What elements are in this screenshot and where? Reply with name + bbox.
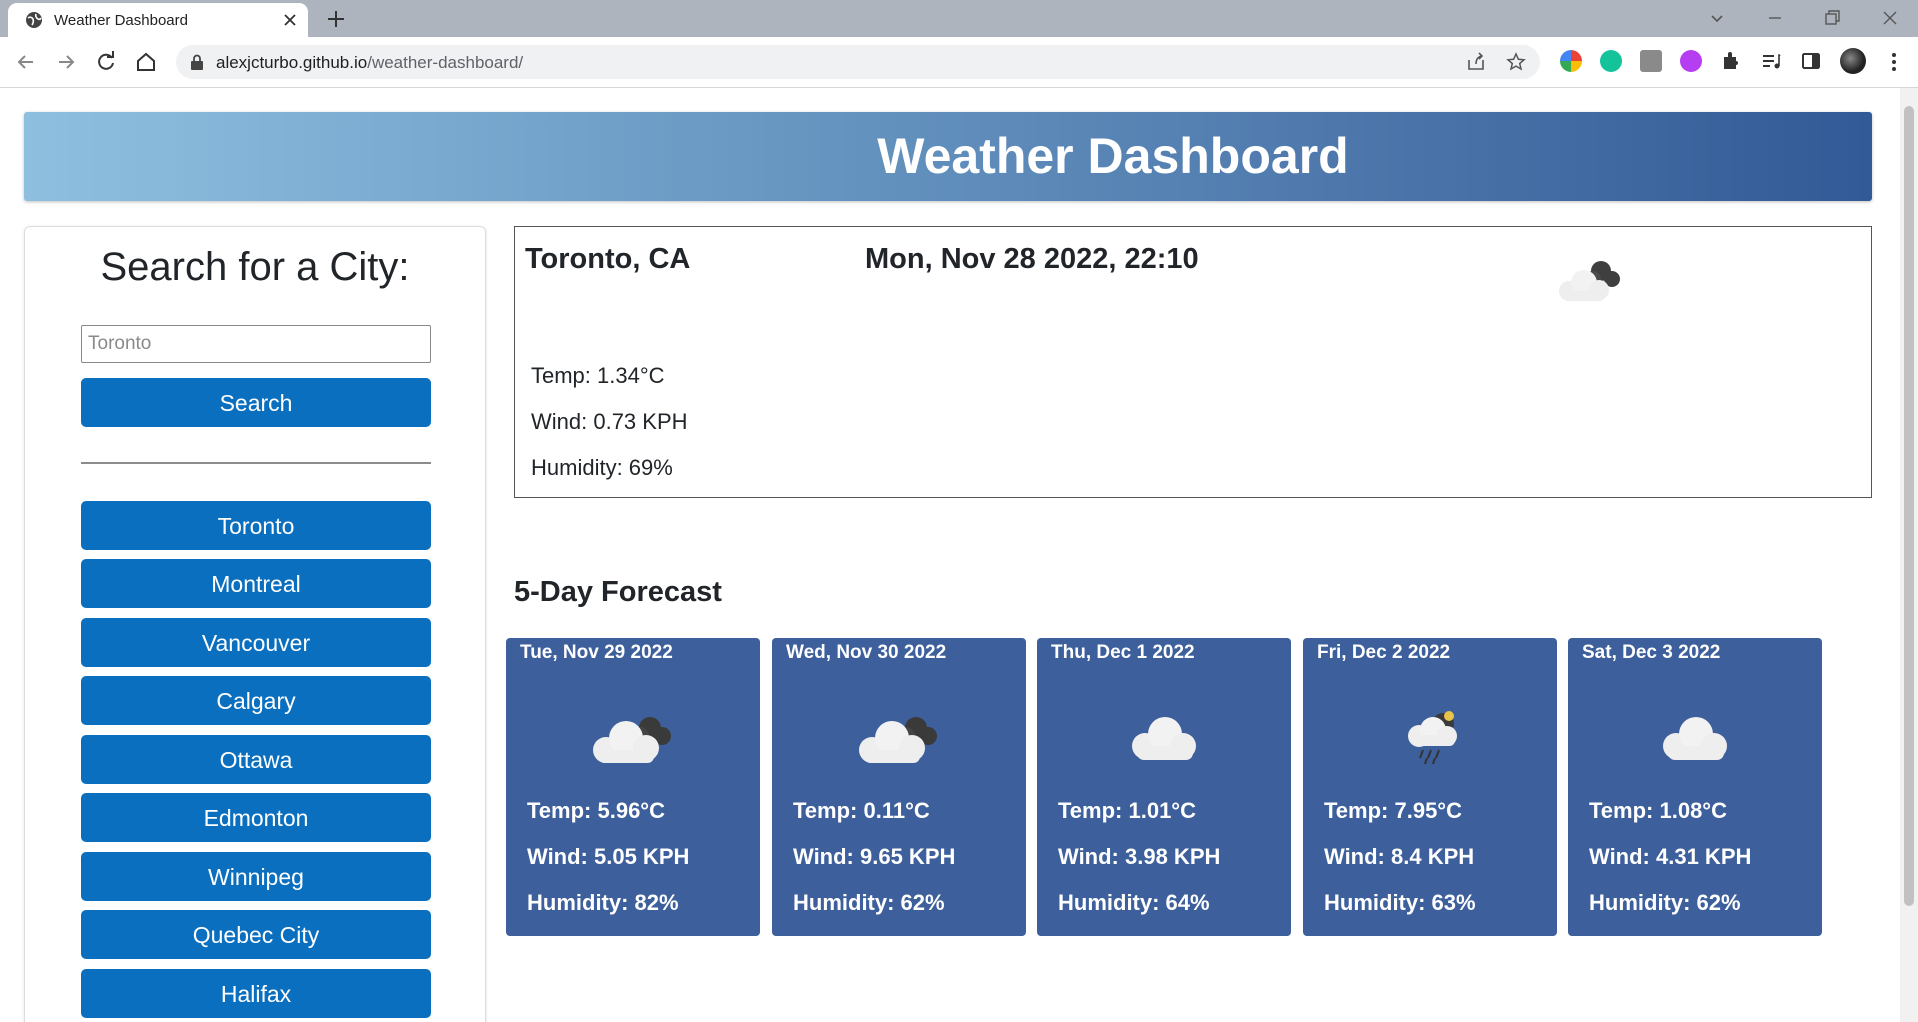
forecast-wind: Wind: 9.65 KPH: [793, 844, 956, 869]
page-scrollbar[interactable]: [1900, 88, 1918, 1022]
extension-image-icon[interactable]: [1640, 50, 1662, 72]
forecast-card: Sat, Dec 3 2022 Temp: 1.08°C Wind: 4.31 …: [1568, 638, 1822, 936]
forecast-date: Wed, Nov 30 2022: [786, 642, 947, 663]
forecast-card: Thu, Dec 1 2022 Temp: 1.01°C Wind: 3.98 …: [1037, 638, 1291, 936]
history-button-quebec-city[interactable]: Quebec City: [81, 910, 431, 959]
side-panel-icon[interactable]: [1800, 50, 1822, 72]
forecast-wind: Wind: 5.05 KPH: [527, 844, 690, 869]
address-bar[interactable]: alexjcturbo.github.io/weather-dashboard/: [176, 45, 1540, 79]
browser-tabstrip: Weather Dashboard: [0, 0, 1918, 37]
forecast-temp: Temp: 1.01°C: [1058, 798, 1196, 823]
forward-icon[interactable]: [53, 49, 79, 75]
history-button-winnipeg[interactable]: Winnipeg: [81, 852, 431, 901]
forecast-temp: Temp: 7.95°C: [1324, 798, 1462, 823]
history-button-edmonton[interactable]: Edmonton: [81, 793, 431, 842]
sidebar-divider: [81, 462, 431, 464]
forecast-date: Thu, Dec 1 2022: [1051, 642, 1195, 663]
forecast-humidity: Humidity: 64%: [1058, 890, 1210, 915]
cloud-icon: [1663, 717, 1727, 760]
close-tab-icon[interactable]: [280, 10, 300, 30]
forecast-humidity: Humidity: 62%: [1589, 890, 1741, 915]
close-window-icon[interactable]: [1878, 6, 1902, 30]
scrollbar-thumb[interactable]: [1904, 106, 1914, 906]
rain-cloud-icon: [1408, 711, 1457, 765]
forecast-date: Tue, Nov 29 2022: [520, 642, 673, 663]
history-button-calgary[interactable]: Calgary: [81, 676, 431, 725]
minimize-icon[interactable]: [1763, 6, 1787, 30]
forecast-wind: Wind: 8.4 KPH: [1324, 844, 1475, 869]
search-heading: Search for a City:: [100, 245, 410, 289]
url-path: /weather-dashboard/: [367, 53, 524, 72]
forecast-title: 5-Day Forecast: [514, 576, 722, 608]
broken-clouds-icon: [593, 717, 671, 763]
forecast-wind: Wind: 3.98 KPH: [1058, 844, 1221, 869]
cloud-night-icon: [1559, 261, 1620, 301]
forecast-wind: Wind: 4.31 KPH: [1589, 844, 1752, 869]
page-viewport: Weather Dashboard Search for a City: Sea…: [0, 88, 1900, 1022]
current-temp: Temp: 1.34°C: [531, 363, 665, 388]
current-wind: Wind: 0.73 KPH: [531, 409, 688, 434]
history-button-halifax[interactable]: Halifax: [81, 969, 431, 1018]
new-tab-icon[interactable]: [325, 8, 347, 30]
bookmark-star-icon[interactable]: [1506, 52, 1526, 72]
page-header: Weather Dashboard: [24, 112, 1872, 201]
url-text: alexjcturbo.github.io/weather-dashboard/: [216, 53, 523, 73]
restore-icon[interactable]: [1820, 6, 1844, 30]
search-button[interactable]: Search: [81, 378, 431, 427]
forecast-card: Wed, Nov 30 2022 Temp: 0.11°C Wind: 9.65…: [772, 638, 1026, 936]
reload-icon[interactable]: [93, 49, 119, 75]
forecast-temp: Temp: 1.08°C: [1589, 798, 1727, 823]
current-weather-panel: Toronto, CA Mon, Nov 28 2022, 22:10 Temp…: [514, 226, 1872, 498]
page-title: Weather Dashboard: [877, 128, 1349, 184]
puzzle-icon[interactable]: [1720, 50, 1742, 72]
menu-kebab-icon[interactable]: [1883, 49, 1905, 75]
extension-purple-icon[interactable]: [1680, 50, 1702, 72]
extension-color-icon[interactable]: [1560, 50, 1582, 72]
home-icon[interactable]: [133, 49, 159, 75]
forecast-humidity: Humidity: 63%: [1324, 890, 1476, 915]
forecast-date: Fri, Dec 2 2022: [1317, 642, 1451, 663]
history-button-ottawa[interactable]: Ottawa: [81, 735, 431, 784]
history-button-montreal[interactable]: Montreal: [81, 559, 431, 608]
media-control-icon[interactable]: [1760, 50, 1782, 72]
tab-search-icon[interactable]: [1705, 6, 1729, 30]
forecast-temp: Temp: 0.11°C: [793, 798, 930, 823]
cloud-icon: [1132, 717, 1196, 760]
tab-title: Weather Dashboard: [54, 12, 188, 29]
current-datetime: Mon, Nov 28 2022, 22:10: [865, 243, 1199, 275]
browser-toolbar: alexjcturbo.github.io/weather-dashboard/: [0, 37, 1918, 88]
forecast-humidity: Humidity: 62%: [793, 890, 945, 915]
history-button-toronto[interactable]: Toronto: [81, 501, 431, 550]
current-city: Toronto, CA: [525, 243, 691, 275]
globe-icon: [26, 12, 42, 28]
history-button-vancouver[interactable]: Vancouver: [81, 618, 431, 667]
grammarly-icon[interactable]: [1600, 50, 1622, 72]
city-search-input[interactable]: [81, 325, 431, 363]
browser-tab[interactable]: Weather Dashboard: [8, 3, 308, 37]
broken-clouds-icon: [859, 717, 937, 763]
forecast-date: Sat, Dec 3 2022: [1582, 642, 1721, 663]
share-icon[interactable]: [1466, 52, 1486, 72]
url-domain: alexjcturbo.github.io: [216, 53, 368, 72]
back-icon[interactable]: [13, 49, 39, 75]
lock-icon[interactable]: [190, 54, 204, 70]
forecast-card: Tue, Nov 29 2022 Temp: 5.96°C Wind: 5.05…: [506, 638, 760, 936]
current-humidity: Humidity: 69%: [531, 455, 673, 480]
forecast-humidity: Humidity: 82%: [527, 890, 679, 915]
forecast-card: Fri, Dec 2 2022 Temp: 7.95°C Wind: 8.4 K…: [1303, 638, 1557, 936]
search-sidebar: Search for a City: Search Toronto Montre…: [24, 226, 486, 1022]
forecast-temp: Temp: 5.96°C: [527, 798, 665, 823]
profile-avatar[interactable]: [1840, 48, 1866, 74]
